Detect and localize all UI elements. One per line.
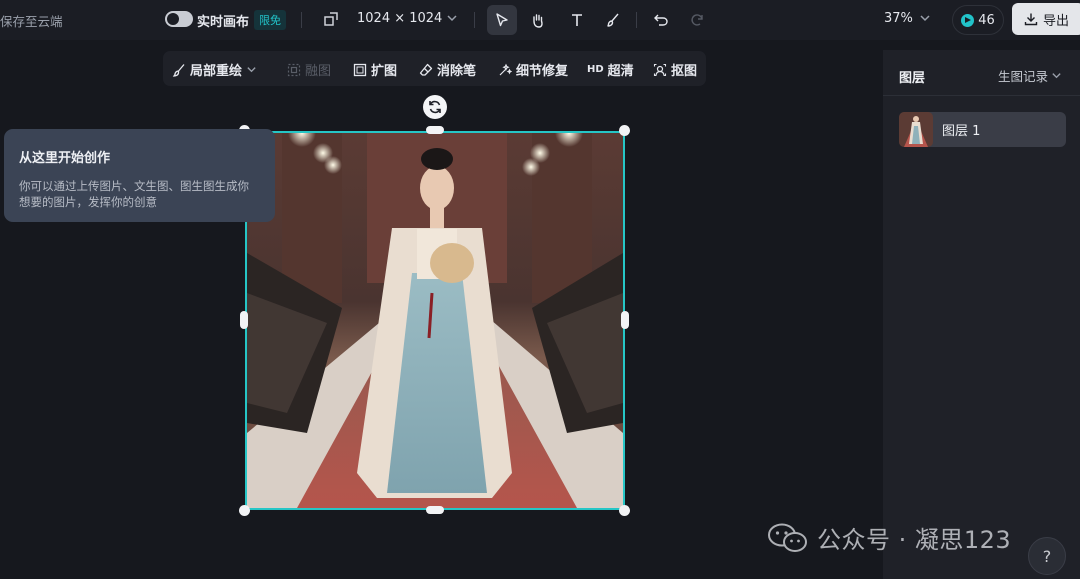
rotate-button[interactable] — [423, 95, 447, 119]
refresh-icon — [429, 100, 441, 114]
top-toolbar: 保存至云端 实时画布 限免 1024 × 1024 37% 46 导出 — [0, 0, 1080, 40]
help-button[interactable]: ? — [1028, 537, 1066, 575]
generation-history-label: 生图记录 — [998, 69, 1049, 84]
download-icon — [1024, 13, 1038, 26]
text-icon — [572, 14, 582, 26]
runway-model-photo — [247, 133, 623, 508]
layer-name: 图层 1 — [942, 124, 981, 139]
hand-icon — [533, 14, 543, 28]
layers-panel: 图层 生图记录 图层 1 — [883, 50, 1080, 579]
inpaint-label: 局部重绘 — [190, 64, 243, 79]
free-badge: 限免 — [254, 10, 286, 30]
select-tool-button[interactable] — [487, 5, 517, 35]
resize-handle-top[interactable] — [426, 126, 444, 134]
resize-handle-bottom-left[interactable] — [239, 505, 250, 516]
realtime-canvas-label: 实时画布 — [197, 15, 250, 30]
chevron-down-icon — [247, 67, 256, 73]
generation-history-dropdown[interactable]: 生图记录 — [998, 66, 1062, 85]
tooltip-title: 从这里开始创作 — [19, 151, 111, 166]
canvas-size-select[interactable]: 1024 × 1024 — [357, 11, 442, 26]
hand-tool-button[interactable] — [523, 5, 553, 35]
detail-repair-icon — [499, 63, 512, 75]
undo-icon — [654, 14, 668, 26]
upscale-button[interactable]: HD 超清 — [587, 60, 634, 79]
onboarding-tooltip: 从这里开始创作 你可以通过上传图片、文生图、图生图生成你想要的图片，发挥你的创意 — [4, 129, 275, 222]
blend-label: 融图 — [305, 64, 332, 79]
watermark: 公众号 · 凝思123 — [767, 520, 1011, 555]
brush-repaint-icon — [172, 63, 185, 77]
hd-icon: HD — [587, 64, 604, 75]
inpaint-button[interactable]: 局部重绘 — [172, 60, 257, 79]
resize-handle-bottom[interactable] — [426, 506, 444, 514]
expand-button[interactable]: 扩图 — [353, 60, 397, 79]
expand-icon — [353, 63, 367, 76]
wechat-icon — [768, 523, 807, 552]
chevron-down-icon — [1052, 73, 1061, 79]
layer-thumbnail — [899, 112, 933, 147]
chevron-down-icon[interactable] — [919, 12, 931, 24]
edit-toolbar: 局部重绘 融图 扩图 消除笔 细节修复 HD 超清 抠图 — [163, 51, 706, 86]
realtime-canvas-toggle[interactable] — [165, 11, 193, 27]
cutout-button[interactable]: 抠图 — [653, 60, 697, 79]
help-label: ? — [1042, 546, 1052, 566]
resize-handle-top-right[interactable] — [619, 125, 630, 136]
cursor-arrow-icon — [496, 13, 508, 27]
blend-icon — [287, 63, 301, 76]
credit-coin-icon — [961, 13, 975, 27]
credits-button[interactable]: 46 — [952, 5, 1004, 35]
divider — [883, 95, 1080, 96]
eraser-label: 消除笔 — [437, 64, 477, 79]
upscale-label: 超清 — [607, 64, 634, 79]
chevron-down-icon[interactable] — [446, 12, 458, 24]
save-to-cloud-link[interactable]: 保存至云端 — [0, 11, 63, 30]
divider — [636, 12, 637, 28]
divider — [301, 12, 302, 28]
redo-icon — [691, 14, 703, 26]
brush-tool-button[interactable] — [598, 5, 628, 35]
detail-repair-label: 细节修复 — [516, 64, 569, 79]
watermark-text: 公众号 · 凝思123 — [817, 526, 1012, 554]
cutout-icon — [653, 63, 667, 76]
redo-button[interactable] — [682, 5, 712, 35]
canvas-image[interactable] — [245, 131, 625, 510]
blend-button[interactable]: 融图 — [287, 60, 331, 79]
layer-item[interactable]: 图层 1 — [899, 112, 1066, 147]
resize-handle-bottom-right[interactable] — [619, 505, 630, 516]
detail-repair-button[interactable]: 细节修复 — [498, 60, 568, 79]
resize-handle-right[interactable] — [621, 311, 629, 329]
text-tool-button[interactable] — [562, 5, 592, 35]
layers-title: 图层 — [899, 71, 926, 86]
brush-icon — [607, 13, 619, 27]
expand-label: 扩图 — [371, 64, 398, 79]
undo-button[interactable] — [646, 5, 676, 35]
export-label: 导出 — [1043, 13, 1070, 29]
export-button[interactable]: 导出 — [1012, 3, 1080, 35]
credits-count: 46 — [978, 12, 995, 28]
divider — [474, 12, 475, 28]
zoom-select[interactable]: 37% — [884, 11, 913, 26]
eraser-icon — [419, 63, 433, 76]
resize-handle-left[interactable] — [240, 311, 248, 329]
tooltip-body: 你可以通过上传图片、文生图、图生图生成你想要的图片，发挥你的创意 — [19, 179, 249, 209]
resize-icon[interactable] — [323, 11, 339, 27]
cutout-label: 抠图 — [671, 64, 698, 79]
eraser-button[interactable]: 消除笔 — [419, 60, 476, 79]
